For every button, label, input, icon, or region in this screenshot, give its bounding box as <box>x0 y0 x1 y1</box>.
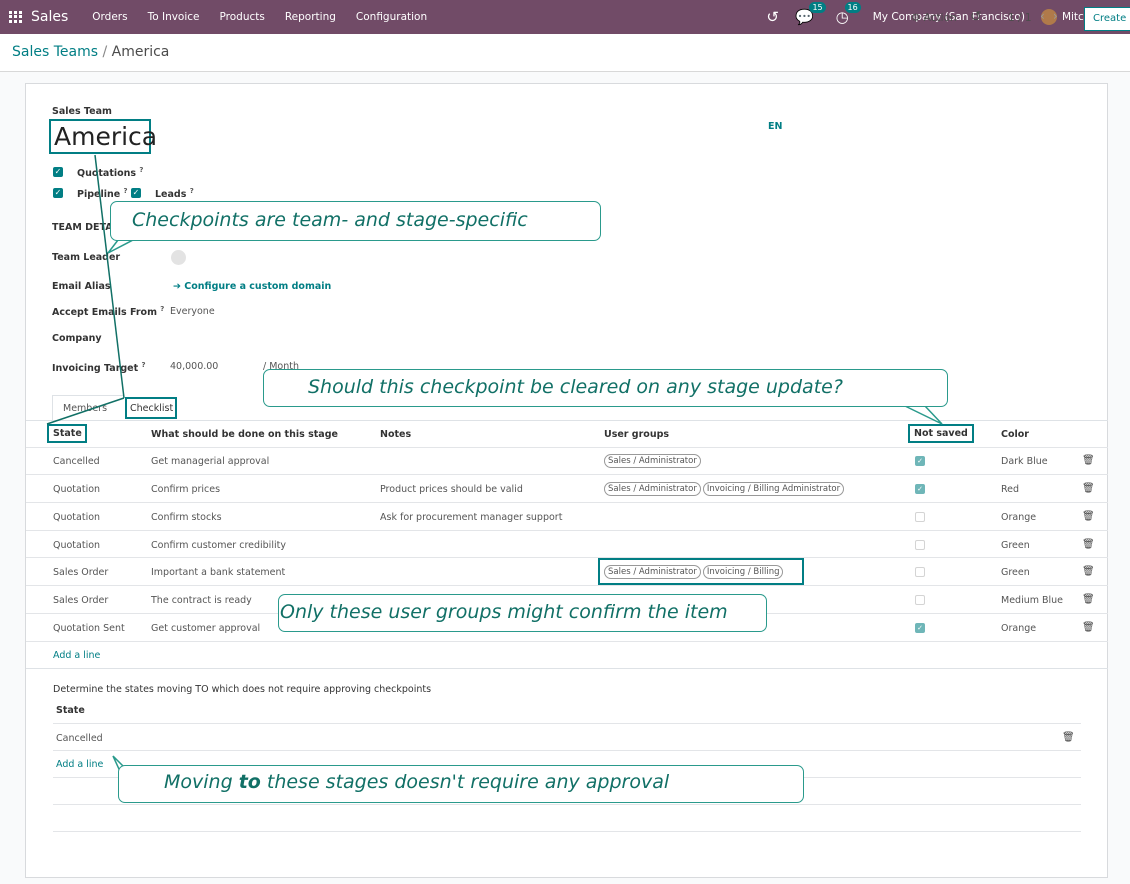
app-name[interactable]: Sales <box>31 9 68 25</box>
not-saved-checkbox[interactable]: ✓ <box>915 456 925 466</box>
team-leader-label: Team Leader <box>52 252 121 263</box>
team-name-field[interactable]: America <box>49 119 157 154</box>
table-row[interactable]: Cancelled Get managerial approval Sales … <box>26 447 1108 475</box>
table-row[interactable]: Quotation Confirm stocks Ask for procure… <box>26 503 1108 531</box>
menu-configuration[interactable]: Configuration <box>356 11 427 23</box>
not-saved-checkbox[interactable]: ✓ <box>915 484 925 494</box>
trash-icon[interactable]: 🗑 <box>1082 594 1095 605</box>
tab-members[interactable]: Members <box>52 395 124 421</box>
col-state-no-approval[interactable]: State <box>56 705 85 716</box>
menu-reporting[interactable]: Reporting <box>285 11 336 23</box>
menu-to-invoice[interactable]: To Invoice <box>148 11 200 23</box>
refresh-icon[interactable]: ↺ <box>766 8 779 26</box>
no-approval-row[interactable]: Cancelled <box>56 733 103 744</box>
pager-arrows: ‹› <box>1040 9 1066 23</box>
pipeline-checkbox[interactable]: ✓ <box>53 188 63 198</box>
main-menu: Orders To Invoice Products Reporting Con… <box>82 11 437 23</box>
breadcrumb-current: America <box>111 44 170 60</box>
user-group-tag: Sales / Administrator <box>604 454 701 468</box>
pager-value[interactable]: 1 / 1 <box>1008 12 1032 24</box>
help-icon[interactable]: ? <box>139 166 143 174</box>
section-divider <box>26 668 1108 669</box>
header-divider <box>53 723 1081 724</box>
leads-label: Leads ? <box>155 187 194 201</box>
no-approval-title: Determine the states moving TO which doe… <box>53 684 432 695</box>
action-label: Action <box>923 12 957 24</box>
trash-icon[interactable]: 🗑 <box>1082 455 1095 466</box>
language-button[interactable]: EN <box>768 121 782 132</box>
col-state[interactable]: State <box>47 424 87 443</box>
invoicing-target-input[interactable]: 40,000.00 <box>170 361 218 372</box>
accept-emails-value[interactable]: Everyone <box>170 306 215 317</box>
breadcrumb-parent[interactable]: Sales Teams <box>12 44 98 60</box>
action-button[interactable]: ⚙ Action <box>911 12 957 24</box>
callout-not-saved: Should this checkpoint be cleared on any… <box>263 369 948 407</box>
col-what[interactable]: What should be done on this stage <box>151 429 338 440</box>
trash-icon[interactable]: 🗑 <box>1082 511 1095 522</box>
messages-badge: 15 <box>809 2 826 13</box>
not-saved-checkbox[interactable] <box>915 567 925 577</box>
quotations-checkbox[interactable]: ✓ <box>53 167 63 177</box>
create-button[interactable]: Create <box>1084 7 1130 31</box>
company-label: Company <box>52 333 102 344</box>
help-icon[interactable]: ? <box>190 187 194 195</box>
not-saved-checkbox[interactable] <box>915 595 925 605</box>
table-row[interactable]: Quotation Confirm prices Product prices … <box>26 475 1108 503</box>
chevron-right-icon[interactable]: › <box>1053 9 1066 23</box>
not-saved-checkbox[interactable] <box>915 540 925 550</box>
trash-icon[interactable]: 🗑 <box>1082 539 1095 550</box>
callout-moving-to: Moving to these stages doesn't require a… <box>118 765 804 803</box>
pipeline-label: Pipeline ? <box>77 187 128 201</box>
tabs-divider <box>26 420 1108 421</box>
team-leader-avatar[interactable] <box>171 250 186 265</box>
activities-badge: 16 <box>844 2 861 13</box>
configure-domain-link[interactable]: ➔ Configure a custom domain <box>173 281 331 292</box>
quotations-label: Quotations ? <box>77 166 144 180</box>
row-divider <box>53 804 1081 805</box>
row-divider <box>53 831 1081 832</box>
trash-icon[interactable]: 🗑 <box>1082 483 1095 494</box>
tab-checklist[interactable]: Checklist <box>125 397 177 419</box>
breadcrumb-separator: / <box>102 44 108 60</box>
user-group-tag: Invoicing / Billing Administrator <box>702 482 845 496</box>
not-saved-checkbox[interactable]: ✓ <box>915 623 925 633</box>
table-row[interactable]: Sales Order Important a bank statement S… <box>26 558 1108 586</box>
callout-team-stage: Checkpoints are team- and stage-specific <box>110 201 601 241</box>
breadcrumb: Sales Teams / America <box>12 44 169 60</box>
invoicing-target-label: Invoicing Target ? <box>52 361 146 375</box>
leads-checkbox[interactable]: ✓ <box>131 188 141 198</box>
col-color[interactable]: Color <box>1001 429 1029 440</box>
row-divider <box>53 750 1081 751</box>
clock-icon[interactable]: ◷ 16 <box>836 2 861 26</box>
chevron-left-icon[interactable]: ‹ <box>1040 9 1053 23</box>
control-panel: Sales Teams / America <box>0 34 1130 72</box>
menu-products[interactable]: Products <box>220 11 265 23</box>
menu-orders[interactable]: Orders <box>92 11 127 23</box>
user-groups-highlight <box>598 558 804 585</box>
not-saved-checkbox[interactable] <box>915 512 925 522</box>
team-label: Sales Team <box>52 106 112 117</box>
accept-emails-label: Accept Emails From ? <box>52 305 165 319</box>
apps-menu-icon[interactable] <box>9 11 23 23</box>
gear-icon: ⚙ <box>911 12 921 24</box>
col-notes[interactable]: Notes <box>380 429 411 440</box>
email-alias-label: Email Alias <box>52 281 111 292</box>
callout-user-groups: Only these user groups might confirm the… <box>278 594 767 632</box>
user-group-tag: Sales / Administrator <box>604 482 701 496</box>
chat-icon[interactable]: 💬 15 <box>795 2 826 26</box>
trash-icon[interactable]: 🗑 <box>1082 622 1095 633</box>
reload-icon[interactable]: ↺ <box>970 9 982 25</box>
col-not-saved[interactable]: Not saved <box>908 424 974 443</box>
trash-icon[interactable]: 🗑 <box>1082 566 1095 577</box>
add-line-button[interactable]: Add a line <box>56 759 103 770</box>
col-user-groups[interactable]: User groups <box>604 429 669 440</box>
table-row[interactable]: Quotation Confirm customer credibility G… <box>26 531 1108 558</box>
arrow-right-icon: ➔ <box>173 281 181 292</box>
trash-icon[interactable]: 🗑 <box>1062 732 1075 743</box>
add-line-button[interactable]: Add a line <box>53 650 100 661</box>
help-icon[interactable]: ? <box>124 187 128 195</box>
top-navbar: Sales Orders To Invoice Products Reporti… <box>0 0 1130 34</box>
